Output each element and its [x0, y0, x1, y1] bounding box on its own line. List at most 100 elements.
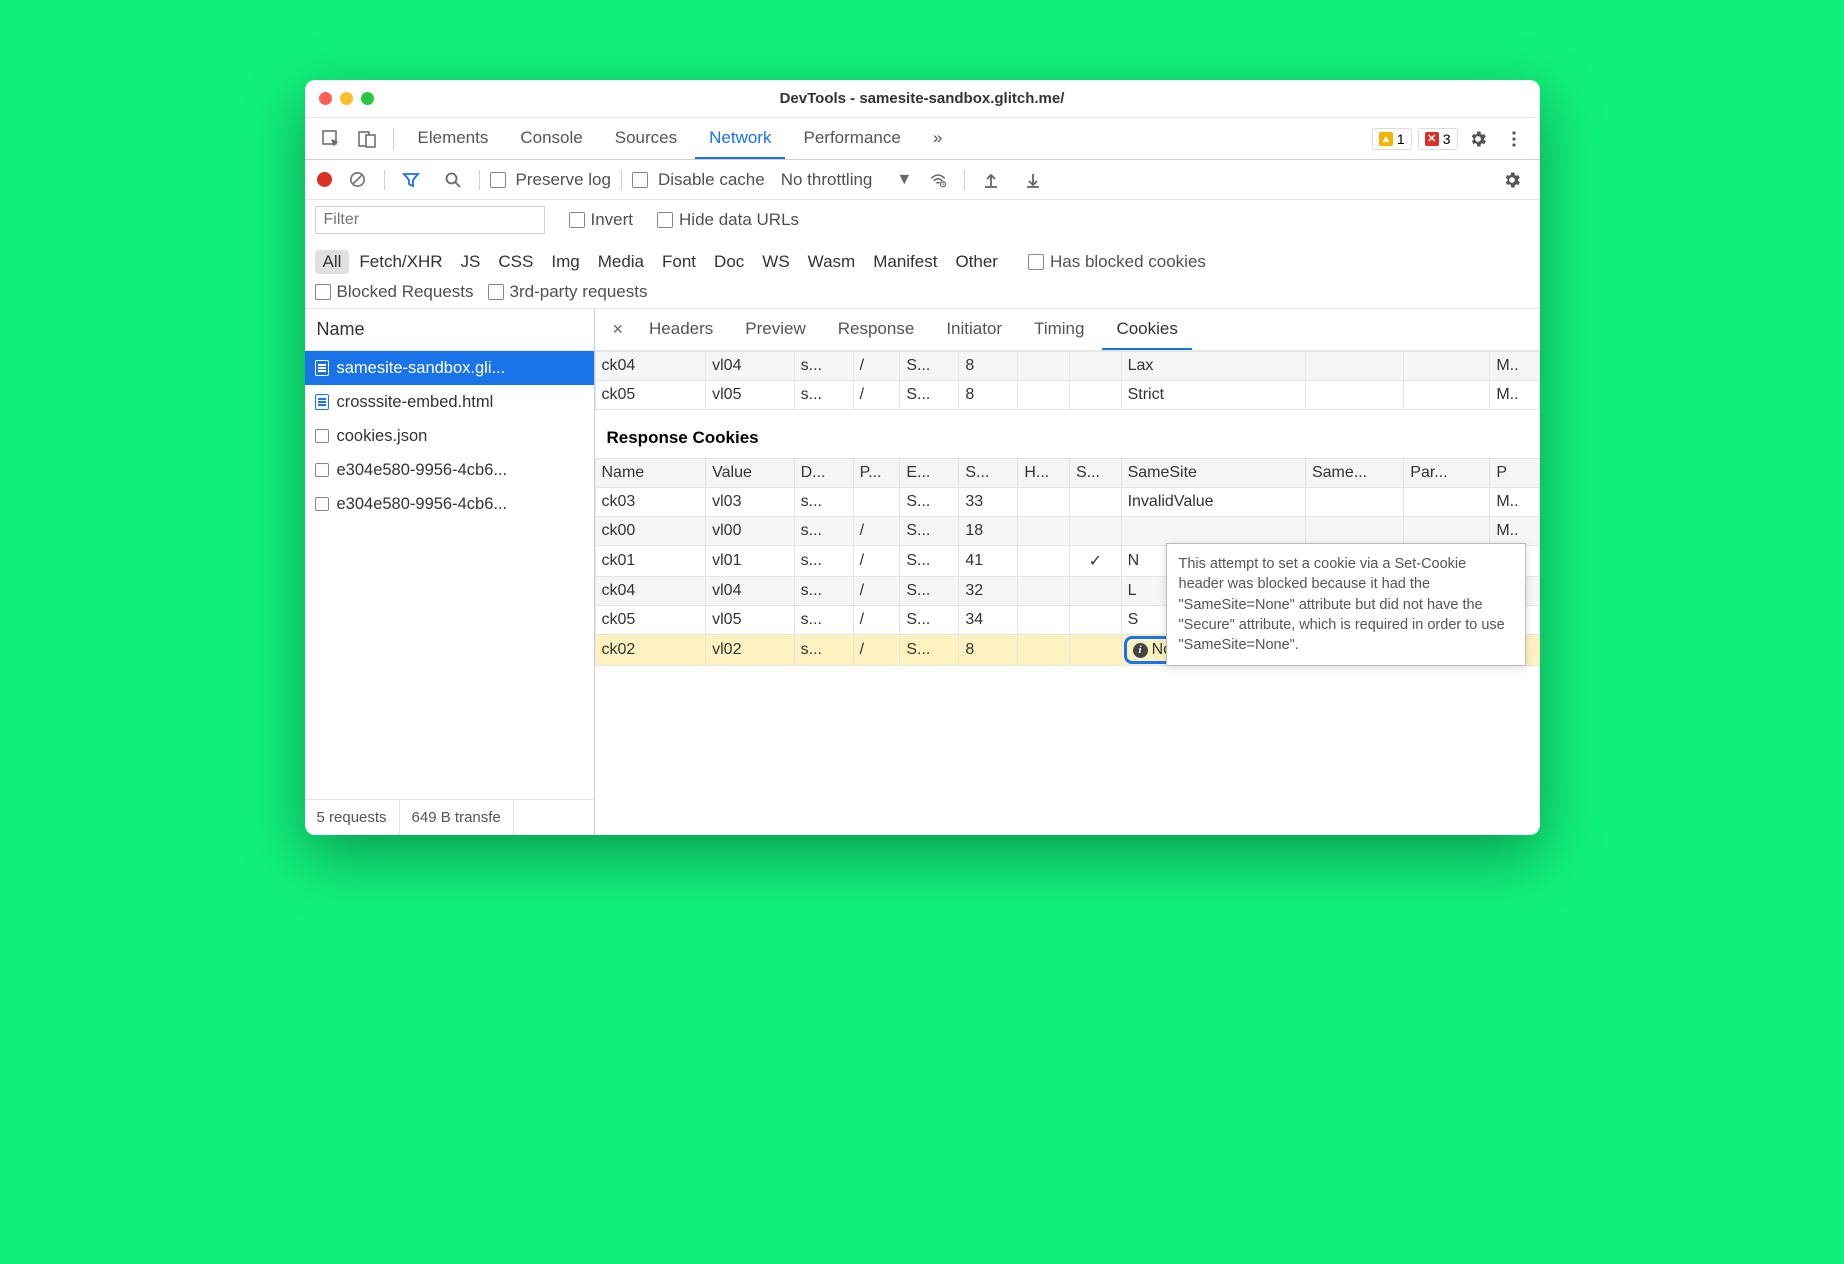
request-item-1[interactable]: crosssite-embed.html: [305, 385, 594, 419]
requests-list: samesite-sandbox.gli... crosssite-embed.…: [305, 351, 594, 799]
tab-cookies[interactable]: Cookies: [1102, 309, 1191, 350]
filter-type-fetch[interactable]: Fetch/XHR: [351, 250, 450, 274]
main-tabstrip: Elements Console Sources Network Perform…: [305, 118, 1540, 160]
col-domain[interactable]: D...: [794, 459, 853, 488]
tab-headers[interactable]: Headers: [635, 309, 727, 350]
filter-icon[interactable]: [395, 164, 427, 196]
info-icon: i: [1133, 643, 1148, 658]
hide-data-urls-checkbox[interactable]: [657, 212, 673, 228]
details-tabs: × Headers Preview Response Initiator Tim…: [595, 309, 1540, 351]
col-size[interactable]: S...: [959, 459, 1018, 488]
blocked-requests-checkbox[interactable]: [315, 284, 331, 300]
divider: [393, 128, 394, 150]
col-httponly[interactable]: H...: [1018, 459, 1070, 488]
details-pane: × Headers Preview Response Initiator Tim…: [595, 309, 1540, 835]
col-sameparty[interactable]: Same...: [1305, 459, 1403, 488]
table-row[interactable]: ck05vl05s.../S...8StrictM..: [595, 381, 1539, 410]
has-blocked-cookies-checkbox[interactable]: [1028, 254, 1044, 270]
col-path[interactable]: P...: [853, 459, 900, 488]
type-filter: All Fetch/XHR JS CSS Img Media Font Doc …: [315, 250, 1530, 302]
details-content: ck04vl04s.../S...8LaxM.. ck05vl05s.../S.…: [595, 351, 1540, 835]
preserve-log-checkbox[interactable]: [490, 172, 506, 188]
request-item-2[interactable]: cookies.json: [305, 419, 594, 453]
filter-type-manifest[interactable]: Manifest: [865, 250, 945, 274]
throttling-select[interactable]: No throttling: [781, 170, 873, 190]
blocked-requests-label: Blocked Requests: [337, 282, 474, 302]
tab-preview[interactable]: Preview: [731, 309, 819, 350]
has-blocked-cookies-label: Has blocked cookies: [1050, 252, 1206, 272]
col-name[interactable]: Name: [595, 459, 706, 488]
request-item-0[interactable]: samesite-sandbox.gli...: [305, 351, 594, 385]
filter-type-wasm[interactable]: Wasm: [800, 250, 864, 274]
filter-bar: Invert Hide data URLs All Fetch/XHR JS C…: [305, 200, 1540, 309]
filter-type-all[interactable]: All: [315, 250, 350, 274]
network-toolbar: Preserve log Disable cache No throttling…: [305, 160, 1540, 200]
request-label: e304e580-9956-4cb6...: [337, 461, 508, 480]
col-priority[interactable]: P: [1490, 459, 1539, 488]
inspect-element-icon[interactable]: [315, 123, 347, 155]
filter-type-doc[interactable]: Doc: [706, 250, 752, 274]
request-label: e304e580-9956-4cb6...: [337, 495, 508, 514]
request-item-3[interactable]: e304e580-9956-4cb6...: [305, 453, 594, 487]
filter-type-js[interactable]: JS: [453, 250, 489, 274]
tab-timing[interactable]: Timing: [1020, 309, 1098, 350]
third-party-checkbox[interactable]: [488, 284, 504, 300]
requests-footer: 5 requests 649 B transfe: [305, 799, 594, 835]
clear-icon[interactable]: [342, 164, 374, 196]
network-settings-icon[interactable]: [1496, 164, 1528, 196]
tab-console[interactable]: Console: [506, 118, 596, 159]
tab-performance[interactable]: Performance: [789, 118, 914, 159]
kebab-menu-icon[interactable]: [1498, 123, 1530, 155]
table-row[interactable]: ck04vl04s.../S...8LaxM..: [595, 352, 1539, 381]
device-toolbar-icon[interactable]: [351, 123, 383, 155]
warnings-badge[interactable]: ▲1: [1372, 128, 1412, 150]
filter-type-css[interactable]: CSS: [490, 250, 541, 274]
disable-cache-label: Disable cache: [658, 170, 765, 190]
col-partitionkey[interactable]: Par...: [1404, 459, 1490, 488]
search-icon[interactable]: [437, 164, 469, 196]
requests-pane: Name samesite-sandbox.gli... crosssite-e…: [305, 309, 595, 835]
document-icon: [315, 360, 329, 376]
tab-response[interactable]: Response: [824, 309, 929, 350]
request-cookies-table: ck04vl04s.../S...8LaxM.. ck05vl05s.../S.…: [595, 351, 1540, 410]
export-har-icon[interactable]: [1017, 164, 1049, 196]
hide-data-urls-label: Hide data URLs: [679, 210, 799, 230]
errors-badge[interactable]: ✕3: [1418, 128, 1458, 150]
resource-icon: [315, 429, 329, 443]
errors-count: 3: [1443, 131, 1451, 147]
col-value[interactable]: Value: [706, 459, 795, 488]
tab-sources[interactable]: Sources: [601, 118, 691, 159]
col-secure[interactable]: S...: [1069, 459, 1121, 488]
tab-more[interactable]: »: [919, 118, 956, 159]
settings-icon[interactable]: [1462, 123, 1494, 155]
filter-type-ws[interactable]: WS: [754, 250, 797, 274]
table-header-row: Name Value D... P... E... S... H... S...…: [595, 459, 1539, 488]
filter-type-font[interactable]: Font: [654, 250, 704, 274]
filter-type-other[interactable]: Other: [947, 250, 1006, 274]
request-item-4[interactable]: e304e580-9956-4cb6...: [305, 487, 594, 521]
cookie-warning-tooltip: This attempt to set a cookie via a Set-C…: [1166, 543, 1526, 666]
tab-initiator[interactable]: Initiator: [932, 309, 1016, 350]
close-details-icon[interactable]: ×: [605, 319, 632, 340]
invert-label: Invert: [591, 210, 634, 230]
import-har-icon[interactable]: [975, 164, 1007, 196]
table-row[interactable]: ck00vl00s.../S...18M..: [595, 517, 1539, 546]
requests-header[interactable]: Name: [305, 309, 594, 351]
col-samesite[interactable]: SameSite: [1121, 459, 1305, 488]
record-button[interactable]: [317, 172, 332, 187]
table-row[interactable]: ck03vl03s...S...33InvalidValueM..: [595, 488, 1539, 517]
titlebar: DevTools - samesite-sandbox.glitch.me/: [305, 80, 1540, 118]
request-label: crosssite-embed.html: [337, 393, 494, 412]
response-cookies-heading: Response Cookies: [595, 410, 1540, 458]
tab-network[interactable]: Network: [695, 118, 785, 159]
tab-elements[interactable]: Elements: [404, 118, 503, 159]
filter-input[interactable]: [315, 206, 545, 234]
invert-checkbox[interactable]: [569, 212, 585, 228]
disable-cache-checkbox[interactable]: [632, 172, 648, 188]
throttling-caret-icon[interactable]: ▼: [896, 171, 912, 189]
filter-type-media[interactable]: Media: [590, 250, 652, 274]
col-expires[interactable]: E...: [900, 459, 959, 488]
network-conditions-icon[interactable]: [922, 164, 954, 196]
request-label: samesite-sandbox.gli...: [337, 359, 506, 378]
filter-type-img[interactable]: Img: [543, 250, 587, 274]
